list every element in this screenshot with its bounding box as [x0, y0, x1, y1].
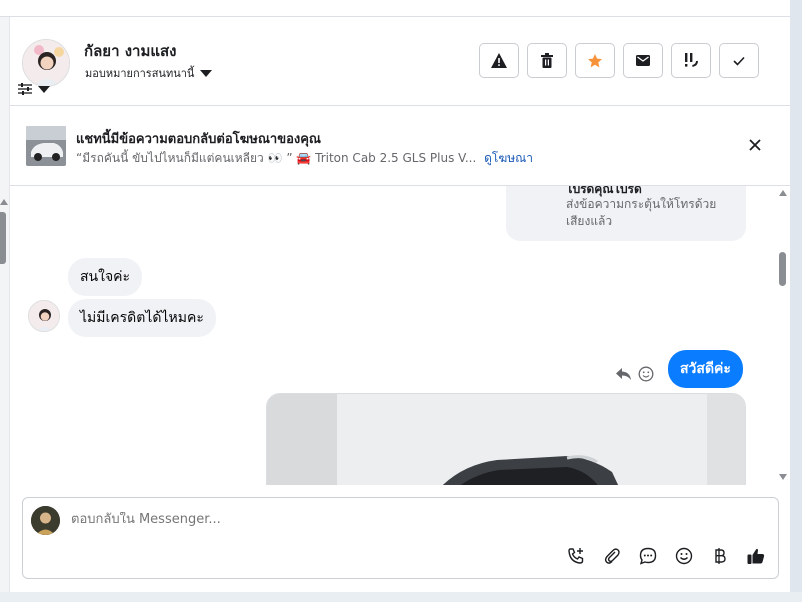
saved-replies-button[interactable] — [637, 545, 659, 567]
payment-button[interactable] — [709, 545, 731, 567]
emoji-button[interactable] — [673, 545, 695, 567]
top-bar — [0, 0, 790, 17]
header-actions — [479, 43, 759, 78]
like-button[interactable] — [745, 545, 767, 567]
composer-toolbar — [565, 545, 767, 567]
conversation-header: กัลยา งามแสง มอบหมายการสนทนานี้ — [10, 17, 790, 106]
message-composer — [22, 497, 779, 579]
delete-button[interactable] — [527, 43, 567, 78]
call-button[interactable] — [565, 545, 587, 567]
follow-up-button[interactable] — [671, 43, 711, 78]
assign-conversation-dropdown[interactable]: มอบหมายการสนทนานี้ — [85, 64, 213, 82]
incoming-message[interactable]: ไม่มีเครดิตได้ไหมคะ — [68, 299, 216, 337]
assign-label: มอบหมายการสนทนานี้ — [85, 67, 195, 80]
star-button[interactable] — [575, 43, 615, 78]
trash-icon — [541, 53, 553, 68]
attach-button[interactable] — [601, 545, 623, 567]
message-thread: โปรดคุณโปรด ส่งข้อความกระตุ้นให้โทรด้วยเ… — [10, 186, 780, 485]
window-edge — [790, 0, 802, 602]
react-icon[interactable] — [638, 366, 654, 382]
phone-plus-icon — [568, 548, 584, 564]
message-tools — [616, 366, 654, 382]
thumbs-up-icon — [747, 548, 765, 564]
reply-icon[interactable] — [616, 367, 632, 381]
left-scroll-thumb[interactable] — [0, 212, 6, 264]
ad-caption: “มีรถคันนี้ ขับไปไหนก็มีแต่คนเหลียว 👀 ” … — [76, 151, 477, 165]
contact-avatar-small — [28, 300, 60, 332]
view-ad-link[interactable]: ดูโฆษณา — [484, 151, 533, 165]
ad-banner-title: แชทนี้มีข้อความตอบกลับต่อโฆษณาของคุณ — [76, 132, 321, 147]
mark-unread-button[interactable] — [623, 43, 663, 78]
mail-icon — [636, 55, 650, 66]
contact-avatar[interactable] — [22, 39, 70, 87]
sliders-icon — [18, 83, 32, 95]
smiley-icon — [675, 547, 693, 565]
call-prompt-card: โปรดคุณโปรด ส่งข้อความกระตุ้นให้โทรด้วยเ… — [506, 186, 746, 241]
priority-icon — [685, 53, 698, 67]
call-card-title: โปรดคุณโปรด — [566, 186, 642, 196]
scroll-down-arrow[interactable] — [779, 474, 787, 480]
inbox-panel: กัลยา งามแสง มอบหมายการสนทนานี้ แชทนี้มี… — [0, 0, 790, 601]
scroll-up-arrow[interactable] — [0, 199, 8, 205]
mark-spam-button[interactable] — [479, 43, 519, 78]
thread-scroll-thumb[interactable] — [779, 252, 786, 286]
window-bottom-edge — [0, 592, 802, 602]
chat-bubble-icon — [639, 547, 657, 565]
ad-thumbnail[interactable] — [26, 126, 66, 166]
warning-icon — [491, 53, 507, 68]
filter-dropdown[interactable] — [18, 83, 50, 95]
thread-scrollbar[interactable] — [776, 186, 790, 485]
shared-photo[interactable] — [266, 393, 746, 485]
reply-input[interactable] — [71, 512, 671, 527]
incoming-message[interactable]: สนใจค่ะ — [68, 258, 143, 296]
chevron-down-icon — [38, 85, 50, 93]
ad-banner-subtitle: “มีรถคันนี้ ขับไปไหนก็มีแต่คนเหลียว 👀 ” … — [76, 149, 533, 168]
star-icon — [588, 53, 602, 67]
left-scroll-gutter — [0, 17, 10, 601]
chevron-down-icon — [200, 69, 213, 77]
close-banner-button[interactable] — [747, 137, 763, 153]
mark-done-button[interactable] — [719, 43, 759, 78]
baht-icon — [715, 548, 726, 564]
paperclip-icon — [604, 548, 620, 564]
close-icon — [749, 139, 761, 151]
page-avatar — [31, 506, 60, 535]
outgoing-message[interactable]: สวัสดีค่ะ — [668, 350, 743, 388]
call-card-description: ส่งข้อความกระตุ้นให้โทรด้วยเสียงแล้ว — [566, 197, 717, 228]
scroll-up-arrow[interactable] — [779, 190, 787, 196]
check-icon — [733, 56, 745, 66]
ad-reply-banner: แชทนี้มีข้อความตอบกลับต่อโฆษณาของคุณ “มี… — [10, 106, 790, 186]
contact-name: กัลยา งามแสง — [84, 42, 177, 60]
